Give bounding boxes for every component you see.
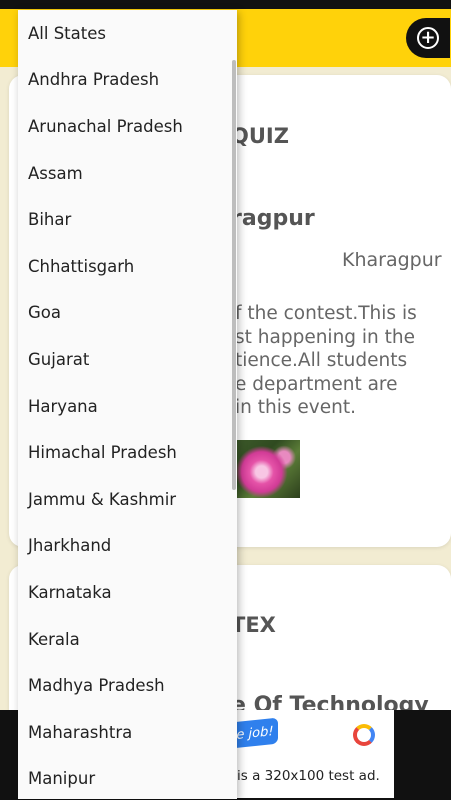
- dropdown-option[interactable]: Chhattisgarh: [18, 243, 237, 290]
- event-location: Kharagpur: [342, 249, 442, 271]
- event-title: QUIZ: [231, 124, 289, 148]
- description-line: e department are: [235, 373, 398, 395]
- dropdown-scrollbar[interactable]: [232, 60, 236, 490]
- description-line: st happening in the: [235, 326, 416, 348]
- ad-text: is a 320x100 test ad.: [237, 768, 380, 784]
- ad-logo-icon: [353, 724, 375, 746]
- plus-circle-icon: +: [417, 27, 439, 49]
- description-line: tience.All students: [235, 350, 408, 371]
- dropdown-option[interactable]: Bihar: [18, 196, 237, 243]
- description-line: f the contest.This is: [235, 303, 417, 324]
- dropdown-option[interactable]: Jharkhand: [18, 523, 237, 570]
- dropdown-option[interactable]: Himachal Pradesh: [18, 429, 237, 476]
- state-dropdown-list[interactable]: All States Andhra Pradesh Arunachal Prad…: [18, 10, 237, 799]
- dropdown-option[interactable]: Gujarat: [18, 336, 237, 383]
- ad-chip: e job!: [232, 717, 278, 749]
- add-button[interactable]: +: [406, 18, 450, 58]
- dropdown-option[interactable]: Kerala: [18, 616, 237, 663]
- dropdown-option[interactable]: Assam: [18, 150, 237, 197]
- event-college: ragpur: [231, 206, 315, 231]
- status-bar: [0, 0, 451, 9]
- dropdown-option[interactable]: Arunachal Pradesh: [18, 103, 237, 150]
- dropdown-option[interactable]: Goa: [18, 290, 237, 337]
- dropdown-option[interactable]: Manipur: [18, 756, 237, 799]
- dropdown-option[interactable]: Jammu & Kashmir: [18, 476, 237, 523]
- dropdown-option[interactable]: Madhya Pradesh: [18, 662, 237, 709]
- event-title: TEX: [231, 613, 276, 637]
- description-line: in this event.: [235, 397, 356, 418]
- event-image: [236, 440, 300, 498]
- dropdown-option[interactable]: Maharashtra: [18, 709, 237, 756]
- dropdown-option[interactable]: All States: [18, 10, 237, 57]
- dropdown-option[interactable]: Haryana: [18, 383, 237, 430]
- event-description: f the contest.This is st happening in th…: [235, 302, 417, 420]
- dropdown-option[interactable]: Andhra Pradesh: [18, 57, 237, 104]
- dropdown-option[interactable]: Karnataka: [18, 569, 237, 616]
